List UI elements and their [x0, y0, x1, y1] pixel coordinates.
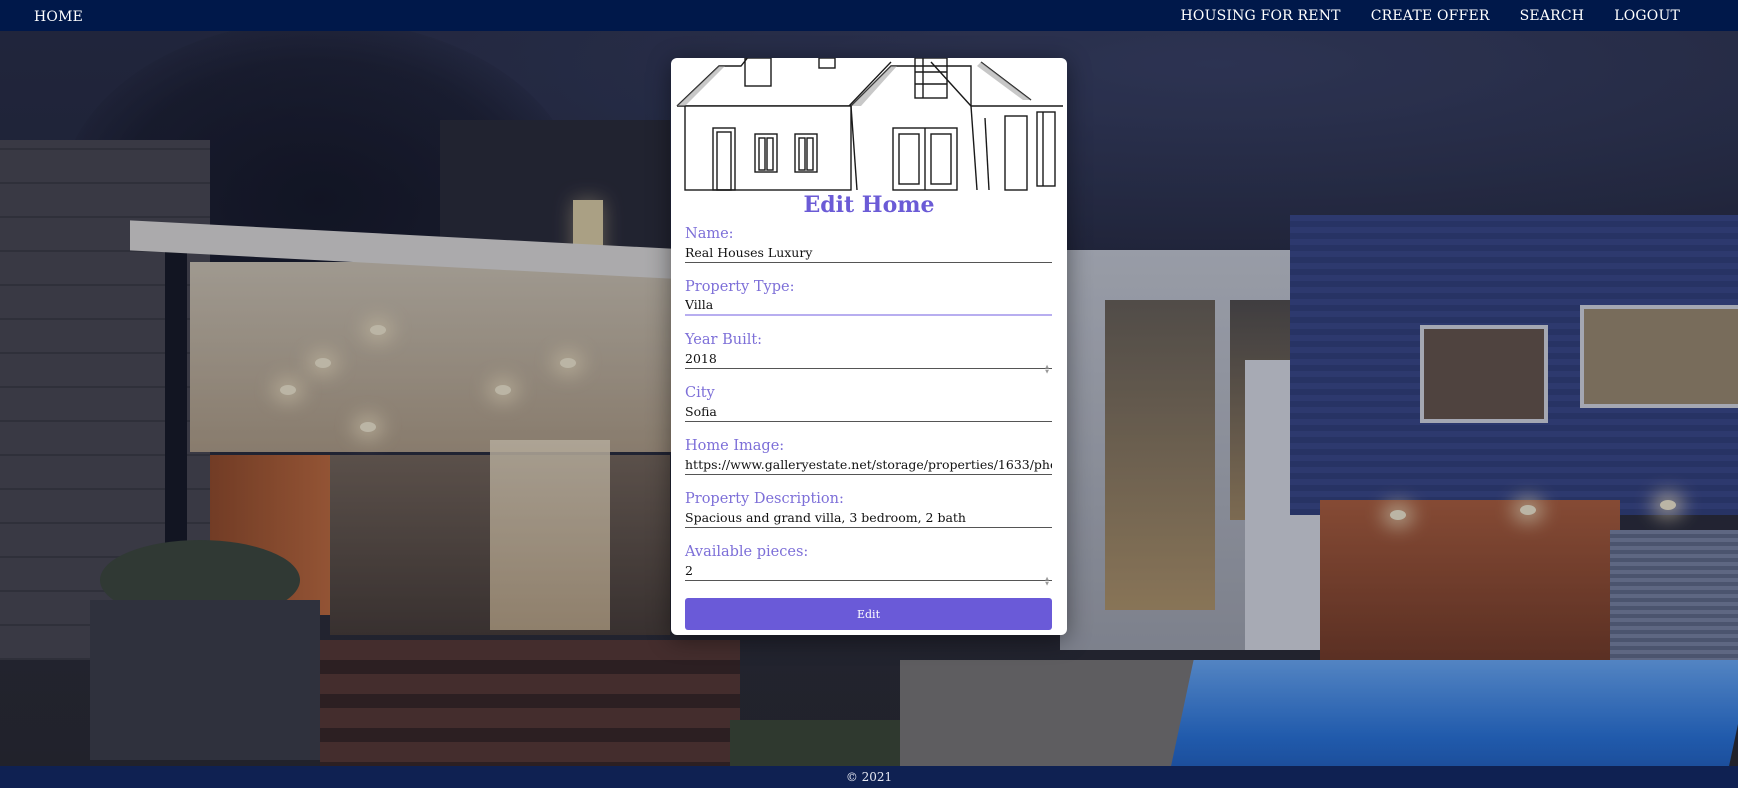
property-description-field: Property Description: [685, 489, 1052, 542]
property-description-label: Property Description: [685, 491, 844, 507]
page-title: Edit Home [803, 192, 935, 218]
nav-create-offer-link[interactable]: CREATE OFFER [1371, 8, 1490, 24]
footer: © 2021 [0, 766, 1738, 788]
city-field: City [685, 383, 1052, 436]
home-image-input[interactable] [685, 455, 1052, 475]
year-built-input[interactable] [685, 349, 1052, 369]
nav-home-link[interactable]: HOME [34, 9, 83, 25]
property-type-label: Property Type: [685, 279, 795, 295]
year-built-field: Year Built: ▲▼ [685, 330, 1052, 383]
nav-links: HOUSING FOR RENT CREATE OFFER SEARCH LOG… [1180, 8, 1738, 24]
year-built-label: Year Built: [685, 332, 763, 348]
home-image-field: Home Image: [685, 436, 1052, 489]
city-label: City [685, 385, 715, 401]
available-pieces-field: Available pieces: ▲▼ [685, 542, 1052, 595]
property-type-field: Property Type: [685, 277, 1052, 330]
edit-button[interactable]: Edit [685, 598, 1052, 630]
nav-logout-link[interactable]: LOGOUT [1614, 8, 1680, 24]
available-pieces-stepper-icon[interactable]: ▲ ▼ [1043, 576, 1051, 588]
year-built-stepper-icon[interactable]: ▲ ▼ [1043, 364, 1051, 376]
copyright-text: © 2021 [845, 770, 893, 784]
nav-search-link[interactable]: SEARCH [1520, 8, 1585, 24]
available-pieces-input[interactable] [685, 561, 1052, 581]
city-input[interactable] [685, 402, 1052, 422]
home-image-label: Home Image: [685, 438, 785, 454]
edit-home-card: Edit Home Name: Property Type: Year Buil… [671, 58, 1067, 635]
edit-home-form: Name: Property Type: Year Built: ▲▼ City… [685, 224, 1052, 595]
name-field: Name: [685, 224, 1052, 277]
house-sketch-image [676, 58, 1063, 191]
name-input[interactable] [685, 243, 1052, 263]
property-type-input[interactable] [685, 296, 1052, 316]
available-pieces-label: Available pieces: [685, 544, 809, 560]
navbar: HOME HOUSING FOR RENT CREATE OFFER SEARC… [0, 0, 1738, 31]
nav-housing-for-rent-link[interactable]: HOUSING FOR RENT [1180, 8, 1340, 24]
name-label: Name: [685, 226, 734, 242]
property-description-input[interactable] [685, 508, 1052, 528]
